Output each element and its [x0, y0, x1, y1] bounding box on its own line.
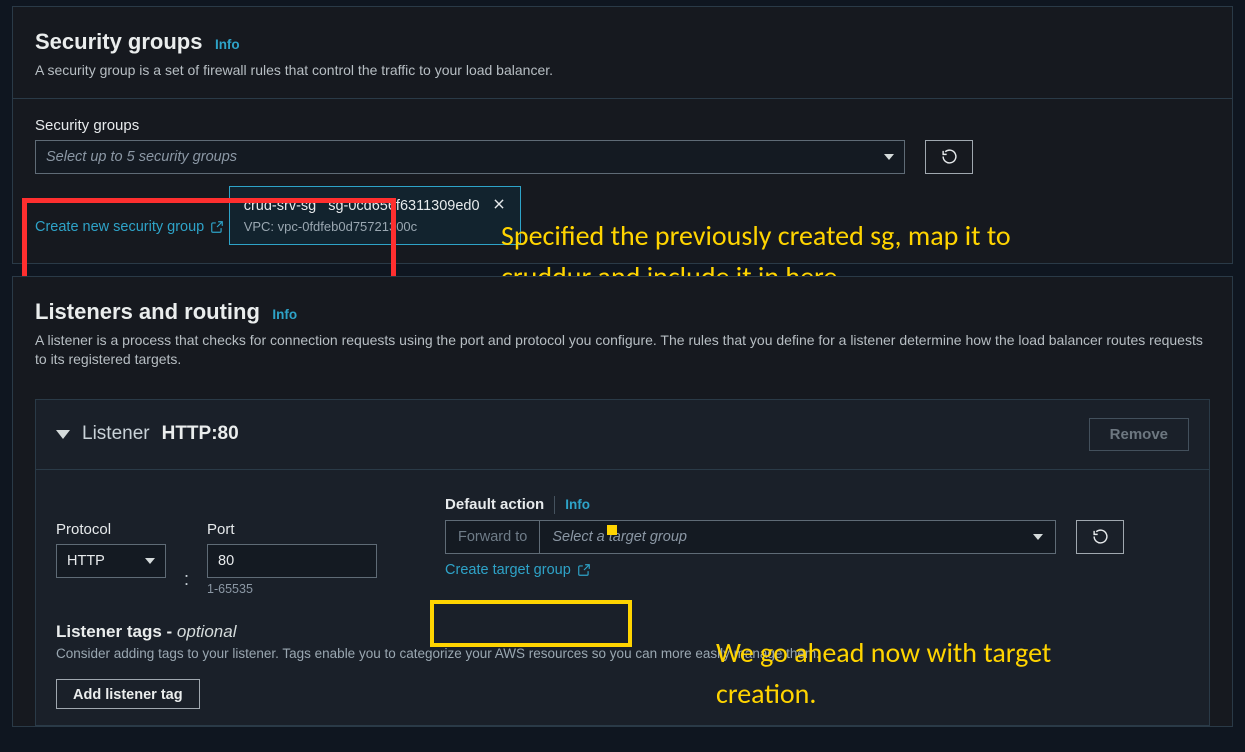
refresh-tg-button[interactable]: [1076, 520, 1124, 554]
listener-sub-panel: Listener HTTP:80 Remove Protocol HTTP . …: [35, 399, 1210, 726]
chevron-down-icon: [145, 558, 155, 564]
default-action-label: Default action: [445, 496, 544, 513]
listener-tags-desc: Consider adding tags to your listener. T…: [56, 646, 1189, 661]
external-link-icon: [577, 563, 591, 577]
listeners-title: Listeners and routing: [35, 299, 260, 325]
protocol-label: Protocol: [56, 521, 166, 538]
close-icon: [492, 197, 506, 211]
port-input[interactable]: [207, 544, 377, 578]
security-groups-title: Security groups: [35, 29, 202, 55]
listener-tags-title: Listener tags - optional: [56, 622, 1189, 642]
annotation-marker-dot: [607, 525, 617, 535]
target-group-placeholder: Select a target group: [552, 529, 687, 545]
security-groups-desc: A security group is a set of firewall ru…: [35, 61, 1210, 80]
divider: [13, 98, 1232, 99]
chevron-down-icon: [884, 154, 894, 160]
security-groups-panel: Security groups Info A security group is…: [12, 6, 1233, 264]
security-groups-select[interactable]: Select up to 5 security groups: [35, 140, 905, 174]
listener-proto: HTTP:80: [162, 423, 239, 445]
colon-separator: :: [184, 569, 189, 596]
refresh-icon: [1092, 528, 1109, 545]
port-range-hint: 1-65535: [207, 582, 377, 596]
refresh-sg-button[interactable]: [925, 140, 973, 174]
separator: [554, 496, 555, 514]
add-listener-tag-button[interactable]: Add listener tag: [56, 679, 200, 709]
port-label: Port: [207, 521, 377, 538]
remove-listener-button[interactable]: Remove: [1089, 418, 1189, 451]
chevron-down-icon: [1033, 534, 1043, 540]
refresh-icon: [941, 148, 958, 165]
external-link-icon: [210, 220, 224, 234]
listeners-info-link[interactable]: Info: [272, 307, 297, 322]
security-groups-info-link[interactable]: Info: [215, 37, 240, 52]
security-groups-select-placeholder: Select up to 5 security groups: [46, 149, 237, 165]
selected-sg-vpc: VPC: vpc-0fdfeb0d75721300c: [244, 219, 506, 234]
selected-sg-name: crud-srv-sg: [244, 198, 317, 214]
listener-word: Listener: [82, 423, 150, 445]
target-group-select[interactable]: Select a target group: [540, 520, 1056, 554]
listeners-desc: A listener is a process that checks for …: [35, 331, 1210, 369]
forward-to-prefix: Forward to: [445, 520, 540, 554]
protocol-value: HTTP: [67, 553, 105, 569]
selected-sg-id: sg-0cd656f6311309ed0: [328, 198, 479, 214]
protocol-select[interactable]: HTTP: [56, 544, 166, 578]
selected-sg-pill: crud-srv-sg sg-0cd656f6311309ed0 VPC: vp…: [229, 186, 521, 245]
divider: [36, 469, 1209, 470]
remove-sg-pill-button[interactable]: [492, 197, 506, 215]
security-groups-field-label: Security groups: [35, 117, 1210, 134]
listeners-panel: Listeners and routing Info A listener is…: [12, 276, 1233, 727]
create-target-group-link[interactable]: Create target group: [445, 562, 1189, 578]
create-new-sg-link[interactable]: Create new security group: [35, 219, 224, 235]
collapse-caret-icon[interactable]: [56, 430, 70, 439]
default-action-info-link[interactable]: Info: [565, 497, 590, 512]
